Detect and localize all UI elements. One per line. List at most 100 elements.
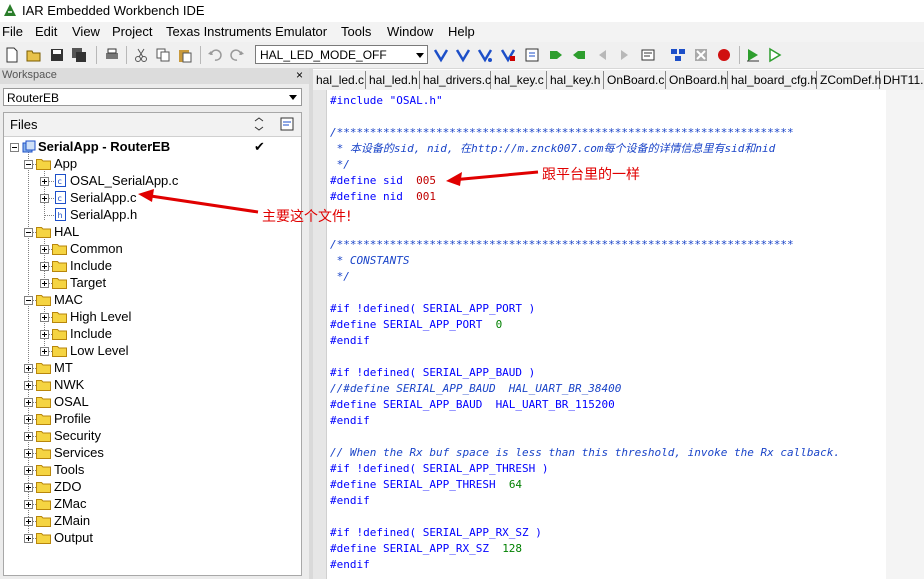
tree-node-mac[interactable]: MAC [4,292,301,309]
tab-onboard-h[interactable]: OnBoard.h [666,71,728,89]
tree-node-osal-serialapp-c[interactable]: c OSAL_SerialApp.c [4,173,301,190]
expand-toggle[interactable] [40,279,49,288]
paste-icon[interactable] [177,47,193,63]
expand-toggle[interactable] [24,432,33,441]
tab-dht11-h[interactable]: DHT11.h [880,71,924,89]
expand-toggle[interactable] [40,347,49,356]
collapse-toggle[interactable] [24,228,33,237]
menu-tools[interactable]: Tools [341,24,371,39]
go-to-icon[interactable] [500,47,516,63]
tree-node-serialapp-h[interactable]: h SerialApp.h [4,207,301,224]
menu-file[interactable]: File [2,24,23,39]
find-icon[interactable] [433,47,449,63]
tree-node-mac-include[interactable]: Include [4,326,301,343]
tab-hal-led-h[interactable]: hal_led.h [366,71,420,89]
expand-collapse-icon[interactable] [252,117,266,131]
vertical-scrollbar[interactable] [886,90,924,579]
expand-toggle[interactable] [24,415,33,424]
menu-project[interactable]: Project [112,24,152,39]
expand-toggle[interactable] [40,177,49,186]
svg-text:c: c [58,177,62,186]
open-folder-icon[interactable] [26,47,42,63]
tree-node-project[interactable]: SerialApp - RouterEB ✔ [4,139,301,156]
expand-toggle[interactable] [40,313,49,322]
collapse-toggle[interactable] [24,160,33,169]
expand-toggle[interactable] [24,500,33,509]
tree-node-zmain[interactable]: ZMain [4,513,301,530]
tree-node-hal-common[interactable]: Common [4,241,301,258]
download-debug-icon[interactable] [745,47,761,63]
tree-node-mt[interactable]: MT [4,360,301,377]
menu-window[interactable]: Window [387,24,433,39]
expand-toggle[interactable] [24,517,33,526]
tree-node-tools[interactable]: Tools [4,462,301,479]
breakpoint-icon[interactable] [716,47,732,63]
save-all-icon[interactable] [71,47,87,63]
find-next-icon[interactable] [455,47,471,63]
tree-node-mac-high-level[interactable]: High Level [4,309,301,326]
tree-node-app[interactable]: App [4,156,301,173]
next-bookmark-icon[interactable] [548,47,564,63]
tree-node-hal[interactable]: HAL [4,224,301,241]
debug-without-download-icon[interactable] [767,47,783,63]
menu-help[interactable]: Help [448,24,475,39]
navigate-back-icon[interactable] [594,47,610,63]
save-icon[interactable] [49,47,65,63]
tab-hal-board-cfg-h[interactable]: hal_board_cfg.h [728,71,817,89]
close-icon[interactable]: × [296,68,303,82]
expand-toggle[interactable] [40,330,49,339]
chevron-down-icon[interactable] [416,53,424,58]
expand-toggle[interactable] [24,449,33,458]
collapse-toggle[interactable] [10,143,19,152]
expand-toggle[interactable] [24,364,33,373]
expand-toggle[interactable] [24,534,33,543]
make-icon[interactable] [670,47,686,63]
tab-hal-key-c[interactable]: hal_key.c [491,71,547,89]
expand-toggle[interactable] [24,381,33,390]
tab-hal-drivers-c[interactable]: hal_drivers.c [420,71,491,89]
find-in-files-icon[interactable] [477,47,493,63]
tree-node-security[interactable]: Security [4,428,301,445]
expand-toggle[interactable] [24,466,33,475]
tree-node-mac-low-level[interactable]: Low Level [4,343,301,360]
tree-node-hal-target[interactable]: Target [4,275,301,292]
tab-hal-key-h[interactable]: hal_key.h [547,71,604,89]
expand-toggle[interactable] [40,262,49,271]
tree-node-osal[interactable]: OSAL [4,394,301,411]
menu-edit[interactable]: Edit [35,24,57,39]
undo-icon[interactable] [207,47,223,63]
expand-toggle[interactable] [40,245,49,254]
new-file-icon[interactable] [4,47,20,63]
tree-node-serialapp-c[interactable]: c SerialApp.c [4,190,301,207]
redo-icon[interactable] [229,47,245,63]
cut-icon[interactable] [133,47,149,63]
tree-node-services[interactable]: Services [4,445,301,462]
compile-icon[interactable] [640,47,656,63]
tree-node-output[interactable]: Output [4,530,301,547]
expand-toggle[interactable] [40,194,49,203]
tab-onboard-c[interactable]: OnBoard.c [604,71,666,89]
prev-bookmark-icon[interactable] [571,47,587,63]
tree-node-profile[interactable]: Profile [4,411,301,428]
tree-node-zmac[interactable]: ZMac [4,496,301,513]
tree-node-zdo[interactable]: ZDO [4,479,301,496]
expand-toggle[interactable] [24,483,33,492]
tree-node-hal-include[interactable]: Include [4,258,301,275]
expand-toggle[interactable] [24,398,33,407]
chevron-down-icon[interactable] [289,95,297,100]
copy-icon[interactable] [155,47,171,63]
toggle-bookmark-icon[interactable] [524,47,540,63]
define-combo[interactable]: HAL_LED_MODE_OFF [255,45,428,64]
stop-build-icon[interactable] [693,47,709,63]
tab-zcomdef-h[interactable]: ZComDef.h [817,71,881,89]
build-config-icon[interactable] [280,117,294,131]
tree-node-nwk[interactable]: NWK [4,377,301,394]
tree-label: ZMac [54,496,87,511]
menu-view[interactable]: View [72,24,100,39]
menu-ti-emulator[interactable]: Texas Instruments Emulator [166,24,327,39]
configuration-select[interactable]: RouterEB [3,88,302,106]
navigate-forward-icon[interactable] [617,47,633,63]
tab-hal-led-c[interactable]: hal_led.c [313,71,366,89]
print-icon[interactable] [104,47,120,63]
collapse-toggle[interactable] [24,296,33,305]
